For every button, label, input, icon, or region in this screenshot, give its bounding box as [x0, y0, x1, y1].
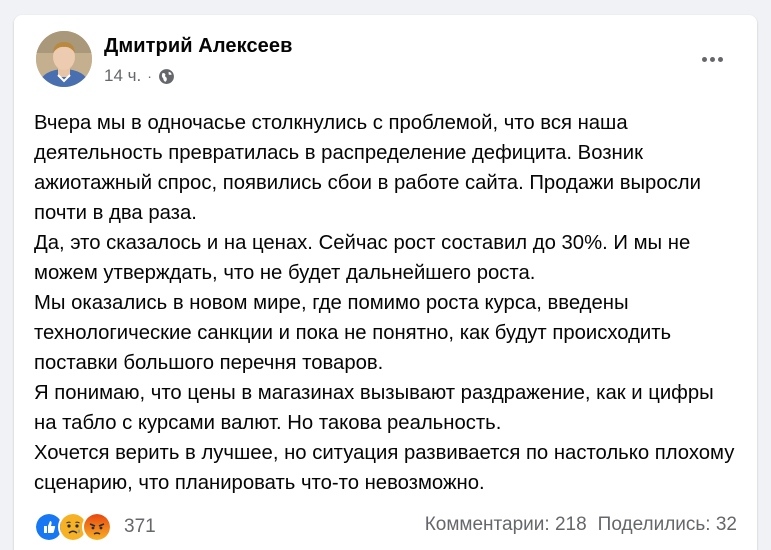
more-dot [717, 56, 723, 62]
post-time[interactable]: 14 ч. [104, 66, 141, 86]
post-footer: 371 Комментарии: 218 Поделились: 32 [34, 512, 737, 542]
post-paragraph: Мы оказались в новом мире, где помимо ро… [34, 292, 672, 374]
more-dot [709, 56, 715, 62]
more-options-icon[interactable] [697, 49, 727, 69]
post-paragraph: Я понимаю, что цены в магазинах вызывают… [34, 382, 714, 434]
avatar[interactable] [36, 31, 92, 87]
reaction-count: 371 [124, 516, 156, 537]
shares-count-link[interactable]: Поделились: 32 [598, 514, 737, 536]
meta-separator: · [147, 68, 152, 84]
angry-icon [82, 512, 112, 542]
post-card: Дмитрий Алексеев 14 ч. · Вчера мы в одно… [14, 15, 757, 550]
post-stats: Комментарии: 218 Поделились: 32 [425, 514, 737, 536]
post-meta: 14 ч. · [104, 66, 175, 86]
post-text: Вчера мы в одночасье столкнулись с пробл… [34, 108, 739, 498]
more-dot [701, 56, 707, 62]
post-paragraph: Вчера мы в одночасье столкнулись с пробл… [34, 112, 701, 224]
author-name[interactable]: Дмитрий Алексеев [104, 35, 293, 58]
comments-count-link[interactable]: Комментарии: 218 [425, 514, 587, 536]
post-paragraph: Хочется верить в лучшее, но ситуация раз… [34, 442, 735, 494]
reactions-summary[interactable]: 371 [34, 512, 156, 542]
globe-icon [158, 68, 175, 85]
post-paragraph: Да, это сказалось и на ценах. Сейчас рос… [34, 232, 691, 284]
